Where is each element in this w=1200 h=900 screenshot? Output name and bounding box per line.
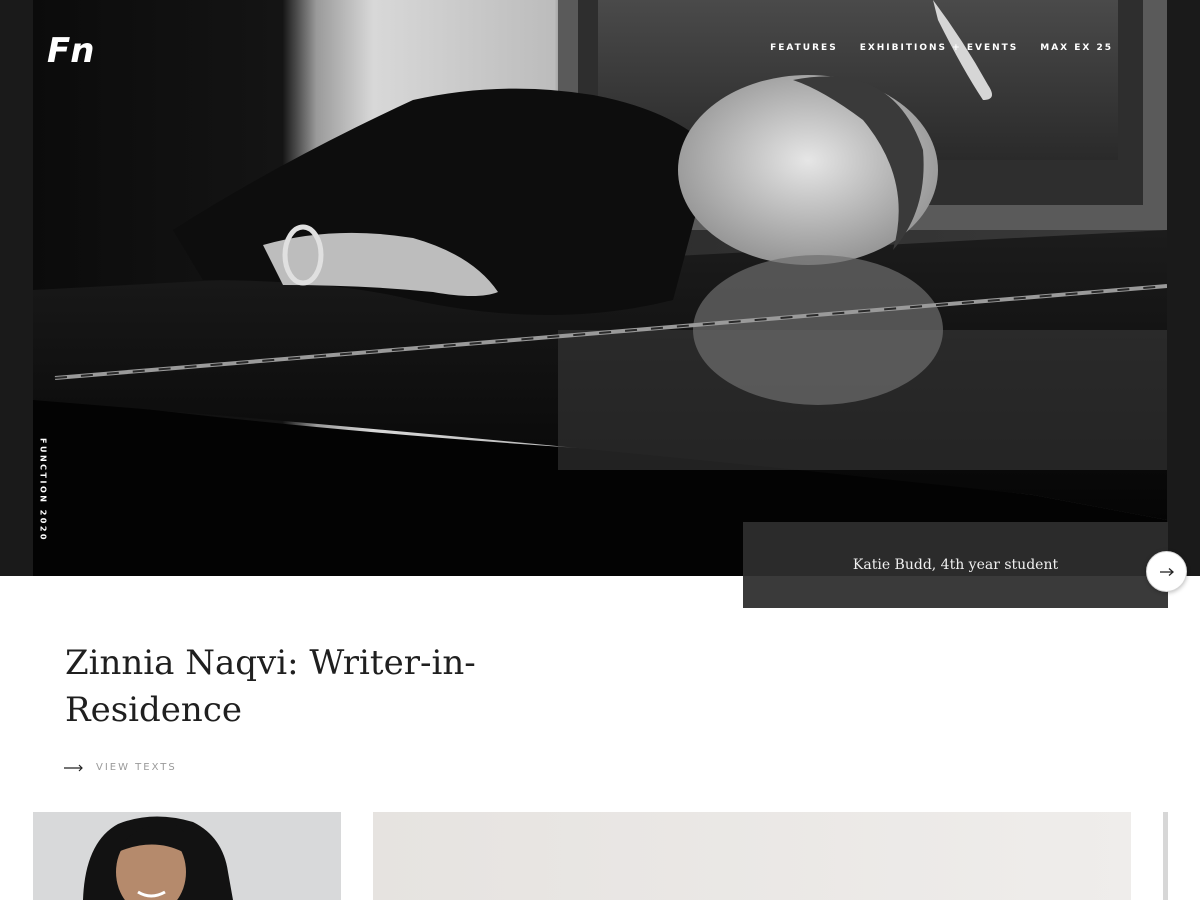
article-title: Zinnia Naqvi: Writer-in-Residence bbox=[65, 643, 476, 730]
fn-logo[interactable]: Fn bbox=[45, 28, 97, 72]
gallery-image-partial[interactable] bbox=[1163, 812, 1200, 900]
hero-photo bbox=[33, 0, 1167, 576]
arrow-right-icon bbox=[1159, 567, 1174, 576]
view-texts-label: VIEW TEXTS bbox=[96, 762, 177, 773]
gallery-image-wide[interactable] bbox=[373, 812, 1131, 900]
hero-section: Fn FEATURES EXHIBITIONS + EVENTS MAX EX … bbox=[0, 0, 1200, 576]
hero-left-band bbox=[0, 0, 33, 576]
caption-strip bbox=[743, 576, 1168, 608]
nav-item-features[interactable]: FEATURES bbox=[770, 43, 838, 53]
view-texts-link[interactable]: VIEW TEXTS bbox=[64, 762, 177, 773]
next-slide-button[interactable] bbox=[1146, 551, 1187, 592]
hero-caption-box: Katie Budd, 4th year student bbox=[743, 522, 1168, 608]
nav-item-exhibitions-events[interactable]: EXHIBITIONS + EVENTS bbox=[860, 43, 1019, 53]
nav-item-max-ex-25[interactable]: MAX EX 25 bbox=[1040, 43, 1113, 53]
hero-caption: Katie Budd, 4th year student bbox=[852, 557, 1059, 573]
main-nav: FEATURES EXHIBITIONS + EVENTS MAX EX 25 bbox=[770, 43, 1113, 53]
gallery-image-portrait[interactable] bbox=[33, 812, 341, 900]
function-2020-label: FUNCTION 2020 bbox=[38, 437, 48, 543]
hero-right-band bbox=[1167, 0, 1200, 576]
portrait-photo bbox=[33, 812, 341, 900]
long-arrow-right-icon bbox=[64, 764, 83, 771]
svg-text:Fn: Fn bbox=[47, 31, 94, 71]
